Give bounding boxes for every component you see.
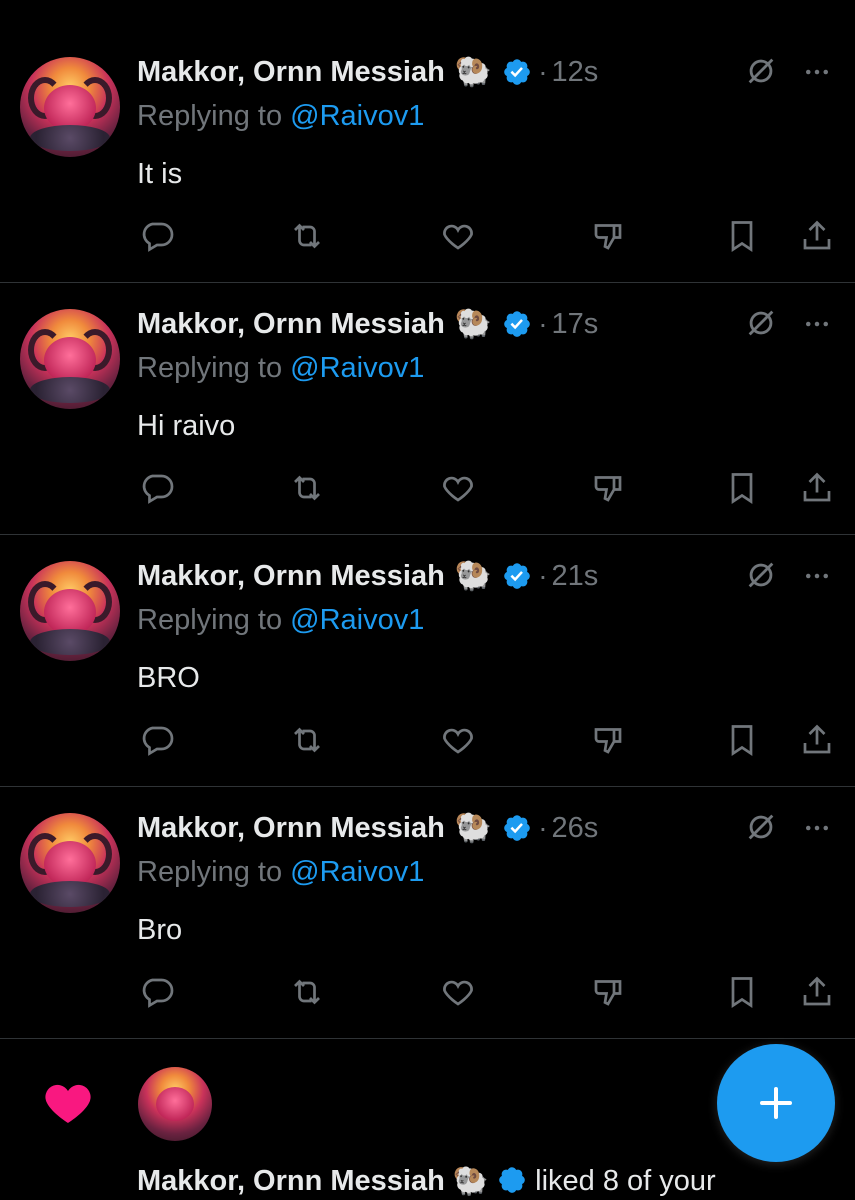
share-icon[interactable]	[799, 974, 835, 1010]
replying-to: Replying to @Raivov1	[137, 604, 424, 637]
heart-icon[interactable]	[440, 470, 476, 506]
notification-text[interactable]: Makkor, Ornn Messiah 🐏 liked 8 of your	[137, 1164, 716, 1200]
tweet-text: Hi raivo	[137, 410, 236, 442]
retweet-icon[interactable]	[289, 218, 325, 254]
replying-prefix: Replying to	[137, 604, 283, 636]
separator-dot: ·	[538, 812, 548, 843]
author-name[interactable]: Makkor, Ornn Messiah	[137, 56, 445, 89]
tweet[interactable]: Makkor, Ornn Messiah 🐏 · 21s Replying to…	[0, 535, 855, 787]
grok-icon[interactable]	[744, 306, 778, 340]
ram-emoji: 🐏	[454, 559, 493, 592]
share-icon[interactable]	[799, 218, 835, 254]
more-icon[interactable]	[802, 813, 832, 843]
grok-icon[interactable]	[744, 54, 778, 88]
reply-handle[interactable]: @Raivov1	[290, 352, 424, 384]
heart-icon[interactable]	[440, 218, 476, 254]
bookmark-icon[interactable]	[724, 470, 760, 506]
tweet-header: Makkor, Ornn Messiah 🐏 · 26s	[137, 808, 598, 848]
more-icon[interactable]	[802, 57, 832, 87]
verified-badge-icon	[504, 563, 530, 589]
separator-dot: ·	[538, 308, 548, 339]
plus-icon	[760, 1087, 792, 1119]
tweet-header: Makkor, Ornn Messiah 🐏 · 21s	[137, 556, 598, 596]
notification-avatar[interactable]	[138, 1067, 212, 1141]
dislike-icon[interactable]	[590, 218, 626, 254]
tweet-time[interactable]: 21s	[552, 560, 599, 593]
heart-filled-icon	[45, 1084, 91, 1123]
tweet-text: BRO	[137, 662, 200, 694]
replying-prefix: Replying to	[137, 100, 283, 132]
verified-badge-icon	[504, 815, 530, 841]
share-icon[interactable]	[799, 470, 835, 506]
grok-icon[interactable]	[744, 558, 778, 592]
heart-icon[interactable]	[440, 974, 476, 1010]
replying-to: Replying to @Raivov1	[137, 352, 424, 385]
tweet[interactable]: Makkor, Ornn Messiah 🐏 · 26s Replying to…	[0, 787, 855, 1039]
notification-action: liked 8 of your	[535, 1165, 716, 1197]
tweet[interactable]: Makkor, Ornn Messiah 🐏 · 12s Replying to…	[0, 0, 855, 283]
avatar[interactable]	[20, 309, 120, 409]
ram-emoji: 🐏	[452, 1165, 489, 1197]
notification-author[interactable]: Makkor, Ornn Messiah	[137, 1165, 445, 1197]
ram-emoji: 🐏	[454, 55, 493, 88]
replying-prefix: Replying to	[137, 856, 283, 888]
verified-badge-icon	[504, 311, 530, 337]
author-name[interactable]: Makkor, Ornn Messiah	[137, 308, 445, 341]
tweet-header: Makkor, Ornn Messiah 🐏 · 17s	[137, 304, 598, 344]
reply-icon[interactable]	[139, 470, 175, 506]
tweet-time[interactable]: 17s	[552, 308, 599, 341]
reply-handle[interactable]: @Raivov1	[290, 856, 424, 888]
avatar[interactable]	[20, 813, 120, 913]
avatar[interactable]	[20, 57, 120, 157]
tweet-text: It is	[137, 158, 183, 190]
more-icon[interactable]	[802, 309, 832, 339]
heart-icon[interactable]	[440, 722, 476, 758]
verified-badge-icon	[499, 1167, 525, 1193]
bookmark-icon[interactable]	[724, 722, 760, 758]
tweet-time[interactable]: 26s	[552, 812, 599, 845]
reply-handle[interactable]: @Raivov1	[290, 604, 424, 636]
retweet-icon[interactable]	[289, 470, 325, 506]
replying-to: Replying to @Raivov1	[137, 100, 424, 133]
separator-dot: ·	[538, 56, 548, 87]
bookmark-icon[interactable]	[724, 974, 760, 1010]
ram-emoji: 🐏	[454, 307, 493, 340]
replying-to: Replying to @Raivov1	[137, 856, 424, 889]
ram-emoji: 🐏	[454, 811, 493, 844]
more-icon[interactable]	[802, 561, 832, 591]
dislike-icon[interactable]	[590, 470, 626, 506]
compose-button[interactable]	[717, 1044, 835, 1162]
reply-icon[interactable]	[139, 722, 175, 758]
separator-dot: ·	[538, 560, 548, 591]
dislike-icon[interactable]	[590, 974, 626, 1010]
tweet[interactable]: Makkor, Ornn Messiah 🐏 · 17s Replying to…	[0, 283, 855, 535]
author-name[interactable]: Makkor, Ornn Messiah	[137, 812, 445, 845]
grok-icon[interactable]	[744, 810, 778, 844]
dislike-icon[interactable]	[590, 722, 626, 758]
retweet-icon[interactable]	[289, 722, 325, 758]
replying-prefix: Replying to	[137, 352, 283, 384]
retweet-icon[interactable]	[289, 974, 325, 1010]
bookmark-icon[interactable]	[724, 218, 760, 254]
share-icon[interactable]	[799, 722, 835, 758]
author-name[interactable]: Makkor, Ornn Messiah	[137, 560, 445, 593]
tweet-header: Makkor, Ornn Messiah 🐏 · 12s	[137, 52, 598, 92]
reply-icon[interactable]	[139, 974, 175, 1010]
avatar[interactable]	[20, 561, 120, 661]
reply-icon[interactable]	[139, 218, 175, 254]
verified-badge-icon	[504, 59, 530, 85]
tweet-time[interactable]: 12s	[552, 56, 599, 89]
reply-handle[interactable]: @Raivov1	[290, 100, 424, 132]
tweet-text: Bro	[137, 914, 183, 946]
